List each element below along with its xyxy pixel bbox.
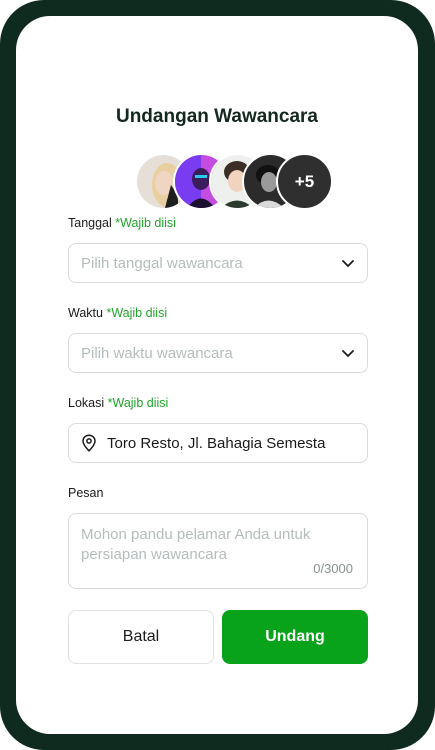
location-label: Lokasi *Wajib diisi [68, 396, 169, 410]
message-label: Pesan [68, 486, 104, 500]
location-pin-icon [82, 434, 96, 452]
time-label: Waktu *Wajib diisi [68, 306, 168, 320]
character-counter: 0/3000 [313, 561, 353, 576]
location-value: Toro Resto, Jl. Bahagia Semesta [107, 434, 326, 452]
date-label: Tanggal *Wajib diisi [68, 216, 176, 230]
location-input[interactable]: Toro Resto, Jl. Bahagia Semesta [68, 423, 368, 463]
required-note: *Wajib diisi [106, 306, 168, 320]
date-placeholder: Pilih tanggal wawancara [81, 254, 243, 272]
chevron-down-icon [342, 260, 354, 267]
dialog-card: Undangan Wawancara +5 Tanggal *Wajib dii… [16, 16, 418, 734]
chevron-down-icon [342, 350, 354, 357]
required-note: *Wajib diisi [115, 216, 176, 230]
time-placeholder: Pilih waktu wawancara [81, 344, 233, 362]
invite-button[interactable]: Undang [222, 610, 368, 664]
message-placeholder: Mohon pandu pelamar Anda untuk persiapan… [81, 526, 311, 563]
message-textarea[interactable]: Mohon pandu pelamar Anda untuk persiapan… [68, 513, 368, 589]
date-select[interactable]: Pilih tanggal wawancara [68, 243, 368, 283]
time-select[interactable]: Pilih waktu wawancara [68, 333, 368, 373]
dialog-title: Undangan Wawancara [115, 106, 318, 127]
cancel-button[interactable]: Batal [68, 610, 214, 664]
required-note: *Wajib diisi [107, 396, 169, 410]
more-avatars-count: +5 [276, 153, 333, 210]
